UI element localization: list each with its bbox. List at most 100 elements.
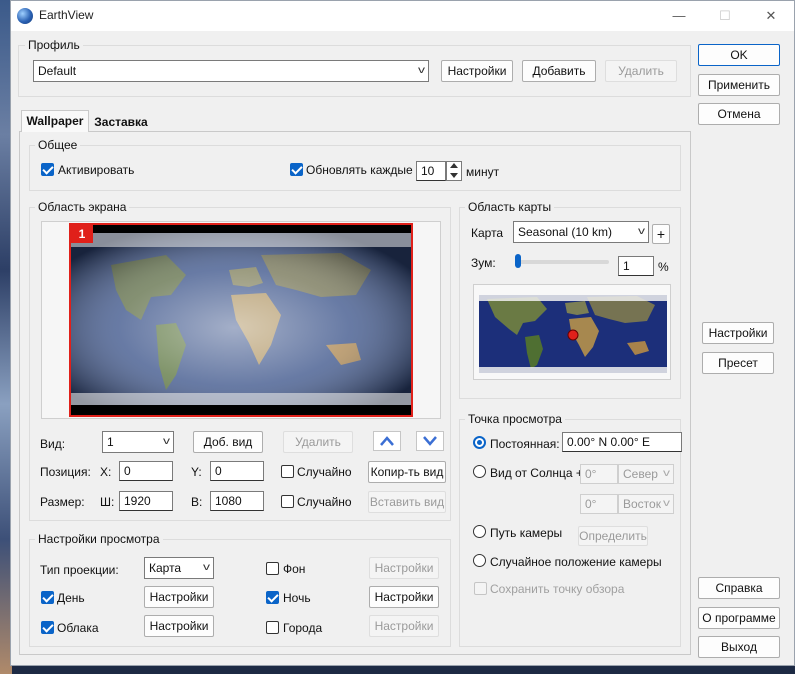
update-interval-input[interactable]: 10 [416,161,446,181]
add-map-button[interactable]: + [652,224,670,244]
width-input[interactable]: 1920 [119,491,173,511]
random-position-checkbox[interactable] [281,465,294,478]
preset-button[interactable]: Пресет [702,352,774,374]
maximize-button[interactable]: ☐ [702,1,748,31]
paste-view-button[interactable]: Вставить вид [368,491,446,513]
viewpoint-sun-radio[interactable] [473,465,486,478]
activate-checkbox[interactable] [41,163,54,176]
help-button[interactable]: Справка [698,577,780,599]
night-label: Ночь [283,591,311,605]
day-label: День [57,591,85,605]
profile-select[interactable]: Default v [33,60,429,82]
chevron-up-icon [380,436,394,446]
random-size-checkbox[interactable] [281,495,294,508]
add-view-button[interactable]: Доб. вид [193,431,263,453]
update-label: Обновлять каждые [306,163,413,177]
y-position-input[interactable]: 0 [210,461,264,481]
background-checkbox[interactable] [266,562,279,575]
zoom-slider-thumb[interactable] [515,254,521,268]
projection-select-value: Карта [149,561,182,575]
projection-select[interactable]: Карта v [144,557,214,579]
view-label: Вид: [40,437,66,451]
ok-button[interactable]: OK [698,44,780,66]
save-viewpoint-checkbox[interactable] [474,582,487,595]
save-viewpoint-label: Сохранить точку обзора [490,582,625,596]
zoom-slider[interactable] [515,254,609,268]
map-select[interactable]: Seasonal (10 km) v [513,221,649,243]
day-checkbox[interactable] [41,591,54,604]
height-label: В: [191,495,203,509]
view-select[interactable]: 1 v [102,431,174,453]
viewpoint-group-label: Точка просмотра [465,412,565,426]
zoom-label: Зум: [471,256,496,270]
night-checkbox[interactable] [266,591,279,604]
height-input[interactable]: 1080 [210,491,264,511]
day-settings-button[interactable]: Настройки [144,586,214,608]
side-settings-button[interactable]: Настройки [702,322,774,344]
sun-latitude-direction-select[interactable]: Север v [618,464,674,484]
viewpoint-sun-label: Вид от Солнца + [490,466,583,480]
sun-latitude-input[interactable]: 0° [580,464,618,484]
about-button[interactable]: О программе [698,607,780,629]
chevron-down-icon: v [663,498,670,509]
cities-label: Города [283,621,323,635]
general-group-label: Общее [35,138,81,152]
background-settings-button[interactable]: Настройки [369,557,439,579]
exit-button[interactable]: Выход [698,636,780,658]
profile-settings-button[interactable]: Настройки [441,60,513,82]
viewpoint-camera-path-radio[interactable] [473,525,486,538]
copy-view-button[interactable]: Копир-ть вид [368,461,446,483]
random-camera-label: Случайное положение камеры [490,555,662,569]
sun-longitude-input[interactable]: 0° [580,494,618,514]
zoom-unit-label: % [658,260,669,274]
monitor-preview[interactable]: 1 [69,223,413,417]
profile-delete-button[interactable]: Удалить [605,60,677,82]
width-label: Ш: [100,495,115,509]
activate-label: Активировать [58,163,135,177]
x-position-input[interactable]: 0 [119,461,173,481]
move-up-button[interactable] [373,431,401,451]
viewpoint-fixed-label: Постоянная: [490,437,560,451]
sun-longitude-direction-value: Восток [623,497,661,511]
minimize-button[interactable]: — [656,1,702,31]
clouds-settings-button[interactable]: Настройки [144,615,214,637]
interval-stepper[interactable] [446,161,462,181]
chevron-down-icon: v [203,562,210,573]
y-label: Y: [191,465,202,479]
cities-checkbox[interactable] [266,621,279,634]
night-settings-button[interactable]: Настройки [369,586,439,608]
viewpoint-random-camera-radio[interactable] [473,554,486,567]
world-map-image [477,287,669,377]
map-preview[interactable] [473,284,671,380]
profile-add-button[interactable]: Добавить [522,60,596,82]
chevron-down-icon: v [638,226,645,237]
chevron-down-icon: v [418,65,425,76]
update-checkbox[interactable] [290,163,303,176]
clouds-checkbox[interactable] [41,621,54,634]
background-label: Фон [283,562,306,576]
position-label: Позиция: [40,465,91,479]
delete-view-button[interactable]: Удалить [283,431,353,453]
tab-wallpaper[interactable]: Wallpaper [21,110,89,132]
define-camera-path-button[interactable]: Определить [578,526,648,546]
zoom-input[interactable]: 1 [618,256,654,276]
camera-path-label: Путь камеры [490,526,563,540]
cities-settings-button[interactable]: Настройки [369,615,439,637]
random-position-label: Случайно [297,465,352,479]
profile-select-value: Default [38,64,77,78]
view-select-value: 1 [107,435,114,449]
x-label: X: [100,465,112,479]
move-down-button[interactable] [416,431,444,451]
viewpoint-fixed-radio[interactable] [473,436,486,449]
map-label: Карта [471,226,504,240]
cancel-button[interactable]: Отмена [698,103,780,125]
size-label: Размер: [40,495,85,509]
tab-screensaver[interactable]: Заставка [90,112,152,132]
viewpoint-coordinates-input[interactable]: 0.00° N 0.00° E [562,432,682,452]
close-button[interactable]: ✕ [748,1,794,31]
chevron-down-icon [450,173,458,178]
sun-longitude-direction-select[interactable]: Восток v [618,494,674,514]
sun-latitude-direction-value: Север [623,467,658,481]
apply-button[interactable]: Применить [698,74,780,96]
monitor-number-badge: 1 [71,225,93,243]
